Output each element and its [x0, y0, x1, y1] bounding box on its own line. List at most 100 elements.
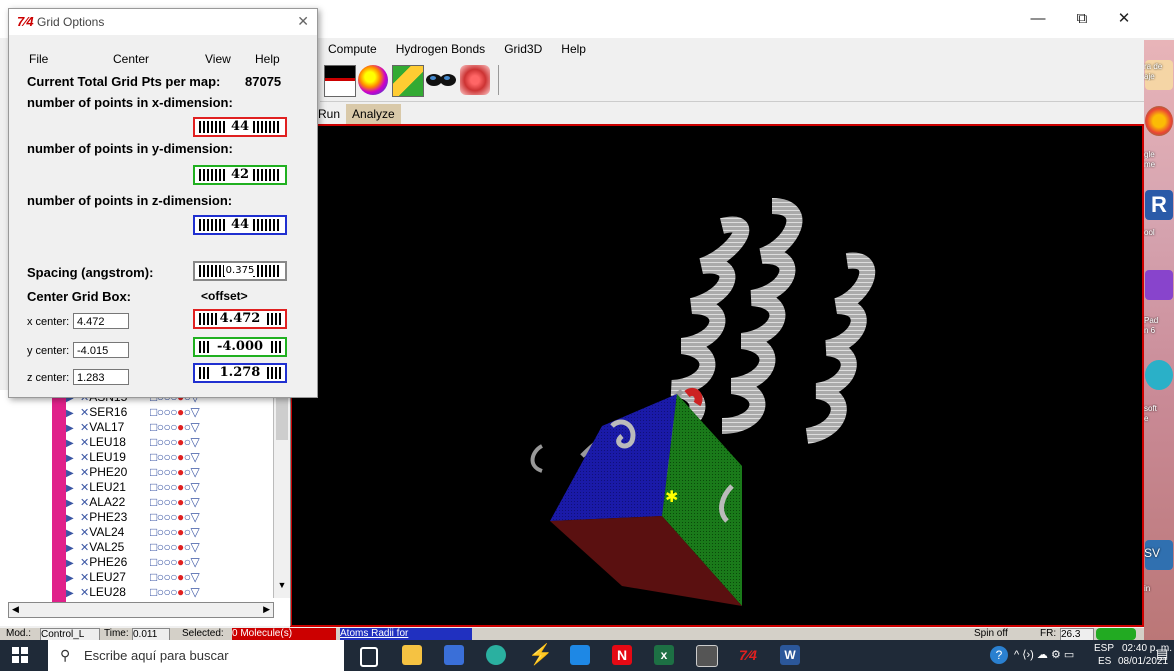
y-points-dial[interactable]: 42 [193, 165, 287, 185]
dialog-menu-view[interactable]: View [205, 52, 231, 66]
residue-display-toggles[interactable]: □○○○●○▽ [150, 510, 200, 524]
residue-display-toggles[interactable]: □○○○●○▽ [150, 420, 200, 434]
y-center-dial[interactable]: -4.000 [193, 337, 287, 357]
tray-icons[interactable]: ^ ⟨›) ☁ ⚙ ▭ [1014, 648, 1074, 661]
time-value: 0.011 [132, 628, 170, 640]
residue-display-toggles[interactable]: □○○○●○▽ [150, 585, 200, 599]
3d-viewer[interactable]: ✱ [290, 124, 1144, 627]
spin-toggle[interactable]: Spin off [974, 628, 1008, 640]
molecular-surface-icon[interactable] [358, 65, 388, 95]
word-icon[interactable]: W [780, 645, 800, 665]
terminal-icon[interactable] [696, 645, 718, 667]
residue-display-toggles[interactable]: □○○○●○▽ [150, 555, 200, 569]
scroll-left-arrow-icon[interactable]: ◀ [12, 604, 19, 615]
residue-display-toggles[interactable]: □○○○●○▽ [150, 435, 200, 449]
desktop-label: ra de [1144, 62, 1163, 71]
store-icon[interactable] [444, 645, 464, 665]
residue-row[interactable]: ▶ ✕VAL25 [66, 540, 124, 555]
residue-row[interactable]: ▶ ✕ALA22 [66, 495, 125, 510]
edge-icon[interactable] [1145, 360, 1173, 390]
windows-start-icon[interactable] [12, 647, 28, 666]
tab-bar: Run Analyze [312, 104, 1144, 124]
residue-row[interactable]: ▶ ✕LEU19 [66, 450, 126, 465]
mail-icon[interactable] [570, 645, 590, 665]
residue-display-toggles[interactable]: □○○○●○▽ [150, 450, 200, 464]
z-center-dial[interactable]: 1.278 [193, 363, 287, 383]
notifications-icon[interactable]: ▤ [1156, 646, 1168, 662]
lang-top[interactable]: ESP [1094, 643, 1114, 654]
close-button[interactable]: ✕ [1104, 6, 1144, 32]
residue-type-icon: ✕ [80, 407, 90, 419]
dialog-title: Grid Options [37, 15, 105, 29]
desktop-label: in [1144, 584, 1151, 593]
residue-row[interactable]: ▶ ✕VAL17 [66, 420, 124, 435]
svg-text:✱: ✱ [665, 487, 678, 506]
file-explorer-icon[interactable] [402, 645, 422, 665]
dialog-menu-center[interactable]: Center [113, 52, 149, 66]
residue-display-toggles[interactable]: □○○○●○▽ [150, 525, 200, 539]
menu-grid3d[interactable]: Grid3D [496, 38, 550, 60]
dialog-menu-help[interactable]: Help [255, 52, 280, 66]
residue-display-toggles[interactable]: □○○○●○▽ [150, 495, 200, 509]
notepad-icon[interactable] [1145, 270, 1173, 300]
hierarchy-icon[interactable] [392, 65, 424, 97]
z-center-input[interactable]: 1.283 [73, 369, 129, 385]
residue-row[interactable]: ▶ ✕LEU18 [66, 435, 126, 450]
spacing-dial[interactable]: 0.375 [193, 261, 287, 281]
residue-row[interactable]: ▶ ✕LEU27 [66, 570, 126, 585]
residue-display-toggles[interactable]: □○○○●○▽ [150, 570, 200, 584]
lang-bottom[interactable]: ES [1098, 656, 1111, 667]
chrome-icon[interactable] [1145, 106, 1173, 136]
scroll-right-arrow-icon[interactable]: ▶ [263, 604, 270, 615]
residue-display-toggles[interactable]: □○○○●○▽ [150, 405, 200, 419]
edge-taskbar-icon[interactable] [486, 645, 506, 665]
x-center-input[interactable]: 4.472 [73, 313, 129, 329]
tab-analyze[interactable]: Analyze [346, 104, 401, 124]
tk-app-icon[interactable]: 7⁄4 [738, 645, 758, 665]
task-view-icon[interactable] [360, 647, 378, 667]
total-grid-points-value: 87075 [245, 74, 282, 89]
x-center-label: x center: [27, 316, 70, 328]
menu-hydrogen-bonds[interactable]: Hydrogen Bonds [388, 38, 493, 60]
residue-row[interactable]: ▶ ✕PHE23 [66, 510, 127, 525]
dialog-menu-file[interactable]: File [29, 52, 48, 66]
r-icon[interactable]: R [1145, 190, 1173, 220]
z-points-dial[interactable]: 44 [193, 215, 287, 235]
residue-display-toggles[interactable]: □○○○●○▽ [150, 540, 200, 554]
selected-label: Selected: [182, 628, 224, 639]
residue-row[interactable]: ▶ ✕LEU21 [66, 480, 126, 495]
residue-row[interactable]: ▶ ✕PHE20 [66, 465, 127, 480]
residue-row[interactable]: ▶ ✕VAL24 [66, 525, 124, 540]
vscode-icon[interactable]: ⚡ [528, 645, 553, 665]
horizontal-scrollbar[interactable]: ◀ ▶ [8, 602, 274, 618]
expand-triangle-icon[interactable]: ▶ [66, 587, 80, 602]
minimize-button[interactable]: — [1018, 6, 1058, 32]
residue-display-toggles[interactable]: □○○○●○▽ [150, 465, 200, 479]
residue-row[interactable]: ▶ ✕LEU28 [66, 585, 126, 600]
residue-type-icon: ✕ [80, 512, 90, 524]
dialog-close-icon[interactable]: ✕ [297, 13, 309, 30]
electrostatics-icon[interactable] [460, 65, 490, 95]
maximize-button[interactable]: ⧉ [1062, 6, 1102, 32]
x-center-dial[interactable]: 4.472 [193, 309, 287, 329]
stereo-glasses-icon[interactable] [424, 65, 458, 95]
display-lines-icon[interactable] [324, 65, 356, 97]
residue-type-icon: ✕ [80, 587, 90, 599]
vertical-scrollbar[interactable]: ▼ [273, 390, 290, 598]
residue-row[interactable]: ▶ ✕SER16 [66, 405, 127, 420]
y-center-input[interactable]: -4.015 [73, 342, 129, 358]
scroll-down-arrow-icon[interactable]: ▼ [276, 580, 288, 596]
menu-help[interactable]: Help [553, 38, 594, 60]
grid-box: ✱ [550, 387, 742, 606]
residue-display-toggles[interactable]: □○○○●○▽ [150, 480, 200, 494]
help-tray-icon[interactable]: ? [990, 646, 1008, 664]
taskbar-search[interactable]: ⚲ Escribe aquí para buscar [48, 640, 344, 671]
windows-taskbar: ⚲ Escribe aquí para buscar ⚡ N x 7⁄4 W ?… [0, 640, 1174, 671]
residue-row[interactable]: ▶ ✕PHE26 [66, 555, 127, 570]
dialog-title-bar: 7⁄4 Grid Options ✕ [9, 9, 317, 35]
excel-icon[interactable]: x [654, 645, 674, 665]
menu-compute[interactable]: Compute [320, 38, 385, 60]
dialog-menu-bar: File Center View Help [9, 49, 317, 67]
netflix-icon[interactable]: N [612, 645, 632, 665]
x-points-dial[interactable]: 44 [193, 117, 287, 137]
